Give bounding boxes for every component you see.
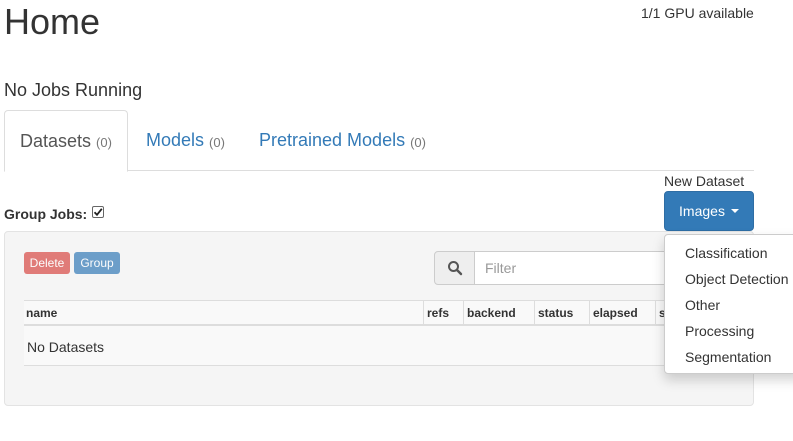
new-dataset-label: New Dataset [664,173,745,189]
tab-count: (0) [209,134,225,150]
images-button-label: Images [679,203,725,219]
tab-bar: Datasets (0) Models (0) Pretrained Model… [4,110,754,172]
column-header-name[interactable]: name [24,301,423,324]
gpu-status: 1/1 GPU available [641,5,754,21]
column-header-status[interactable]: status [534,301,589,324]
search-button[interactable] [434,251,475,285]
tab-count: (0) [96,135,112,150]
menu-item-classification[interactable]: Classification [665,240,793,266]
column-header-refs[interactable]: refs [423,301,463,324]
empty-table-message: No Datasets [27,339,105,355]
menu-item-other[interactable]: Other [665,292,793,318]
images-dropdown-button[interactable]: Images [664,191,754,231]
tab-pretrained-models[interactable]: Pretrained Models (0) [244,110,441,171]
group-button[interactable]: Group [74,252,120,274]
datasets-panel: Delete Group name refs backend status el… [4,231,754,406]
jobs-status: No Jobs Running [4,80,143,100]
column-header-elapsed[interactable]: elapsed [589,301,655,324]
group-jobs: Group Jobs: [4,206,105,222]
page-title: Home [4,1,101,42]
group-jobs-label: Group Jobs: [4,206,88,222]
tab-label: Datasets [20,130,92,151]
menu-item-processing[interactable]: Processing [665,318,793,344]
tab-models[interactable]: Models (0) [131,110,240,171]
delete-button[interactable]: Delete [24,252,70,274]
datasets-table: name refs backend status elapsed s No Da… [24,300,664,366]
menu-item-object-detection[interactable]: Object Detection [665,266,793,292]
caret-down-icon [730,209,739,213]
table-header: name refs backend status elapsed s [24,301,664,326]
search-icon [447,261,462,276]
group-jobs-checkbox[interactable] [92,206,105,218]
checkmark-icon [94,208,103,217]
tab-count: (0) [410,134,426,150]
images-dropdown-menu: Classification Object Detection Other Pr… [664,234,793,374]
tab-label: Models [146,130,205,150]
column-header-submitted[interactable]: s [655,301,664,324]
tab-datasets[interactable]: Datasets (0) [4,110,128,172]
filter-input[interactable] [474,251,674,285]
menu-item-segmentation[interactable]: Segmentation [665,344,793,370]
tab-label: Pretrained Models [259,130,406,150]
column-header-backend[interactable]: backend [463,301,534,324]
